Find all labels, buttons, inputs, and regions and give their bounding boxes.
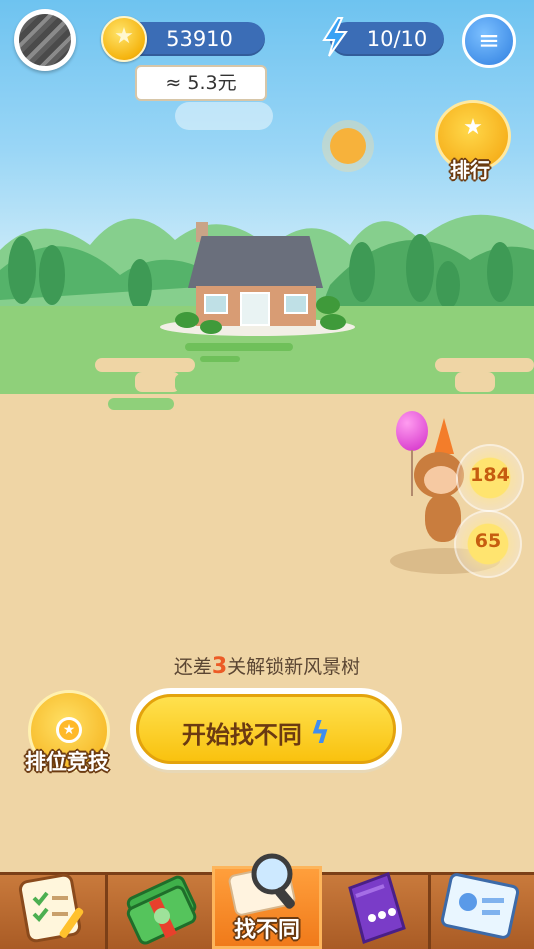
coin-value-tag: ≈ 5.3元 <box>135 65 267 101</box>
cash-icon[interactable] <box>122 872 202 946</box>
coin-bubble-value: 65 <box>474 530 502 552</box>
levels-remaining: 3 <box>211 654 228 679</box>
house-window <box>284 294 308 314</box>
bush-decor <box>175 312 199 328</box>
nav-divider <box>428 872 431 949</box>
player-avatar[interactable] <box>14 9 76 71</box>
coin-bubble-value: 184 <box>470 464 510 486</box>
start-game-button[interactable]: 开始找不同 ϟ <box>130 688 402 770</box>
coin-icon: ★ <box>101 16 147 62</box>
lightning-icon: ϟ <box>310 716 331 751</box>
coin-bubble[interactable]: 65 <box>456 512 520 576</box>
coin-bubble[interactable]: 184 <box>458 446 522 510</box>
bush-decor <box>320 314 346 330</box>
magnifier-icon <box>228 853 296 916</box>
start-button-label: 开始找不同 <box>181 721 302 749</box>
energy-count: 10/10 <box>366 27 428 51</box>
balloon-string <box>411 450 413 496</box>
house-roof <box>188 236 323 288</box>
monkey-face <box>424 466 458 494</box>
tab-label: 找不同 <box>233 918 300 943</box>
bush-decor <box>316 296 340 314</box>
unlock-prefix: 还差 <box>173 656 212 678</box>
bag-icon[interactable] <box>336 868 416 946</box>
house-window <box>204 294 228 314</box>
sun-decor <box>330 128 366 164</box>
unlock-suffix: 关解锁新风景树 <box>227 656 361 678</box>
balloon-icon <box>396 411 428 451</box>
bush-decor <box>200 320 222 334</box>
ranked-competition-label[interactable]: 排位竞技 <box>20 746 114 776</box>
nav-divider <box>105 872 108 949</box>
ranking-label[interactable]: 排行 <box>440 154 500 183</box>
coin-count: 53910 <box>166 27 233 51</box>
profile-card-icon[interactable] <box>438 870 524 946</box>
checklist-icon[interactable] <box>18 872 94 946</box>
menu-button[interactable]: ≡ <box>462 14 516 68</box>
house-door <box>240 292 270 326</box>
game-screen: { "header": { "coins": "53910", "coin_va… <box>0 0 534 949</box>
hamburger-icon: ≡ <box>478 26 500 56</box>
unlock-progress-text: 还差3关解锁新风景树 <box>100 652 434 679</box>
cloud-decor <box>175 102 273 130</box>
lightning-icon <box>322 17 348 57</box>
